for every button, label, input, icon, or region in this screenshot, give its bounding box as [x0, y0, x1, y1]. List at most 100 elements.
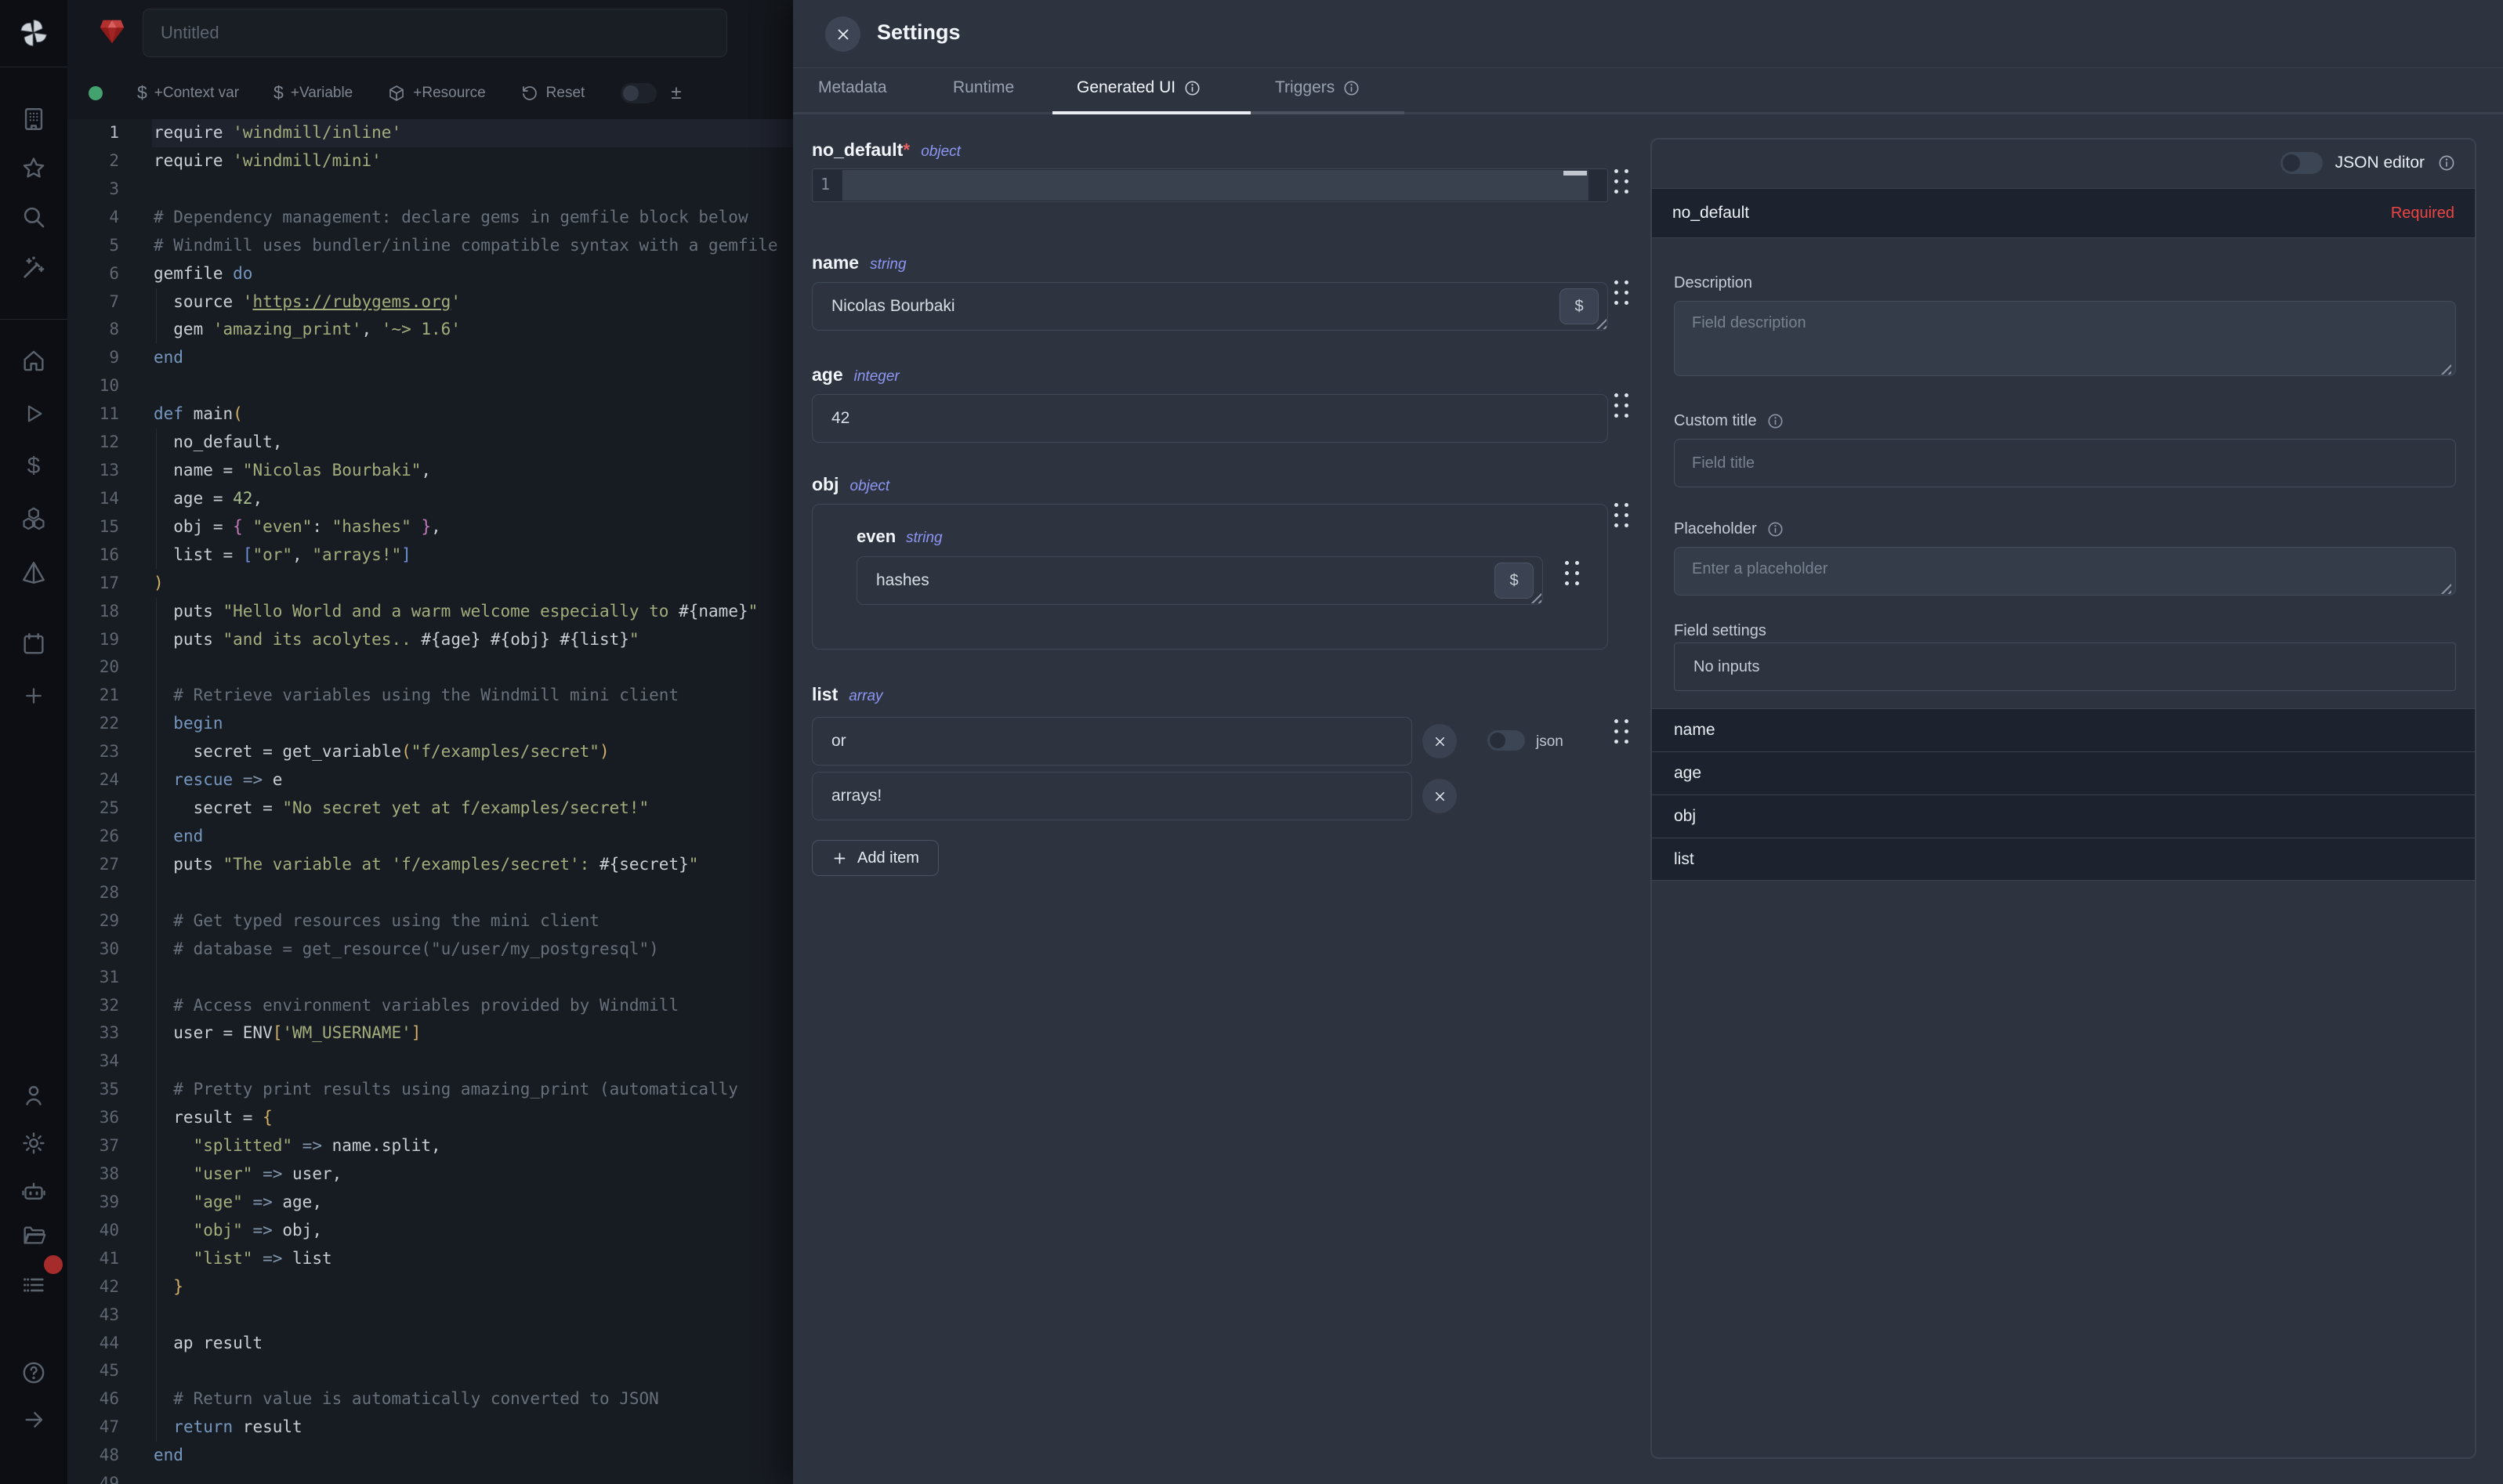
- code-line: 13 name = "Nicolas Bourbaki",: [67, 457, 793, 485]
- field-name: name: [812, 252, 859, 273]
- placeholder-label: Placeholder: [1674, 520, 1784, 538]
- field-type: array: [849, 688, 882, 705]
- field-name: even: [857, 527, 896, 547]
- json-editor-toggle[interactable]: [2280, 152, 2323, 174]
- json-mode-toggle[interactable]: [1487, 730, 1525, 751]
- insert-variable-button[interactable]: $: [1559, 288, 1599, 324]
- drag-handle[interactable]: [1614, 281, 1632, 313]
- drag-handle[interactable]: [1614, 393, 1632, 426]
- ruby-language-icon: [97, 16, 127, 46]
- code-line: 43: [67, 1301, 793, 1330]
- script-title-input[interactable]: [143, 9, 727, 57]
- diff-mode-button[interactable]: ±: [671, 82, 681, 104]
- code-line: 20: [67, 653, 793, 682]
- code-line: 4# Dependency management: declare gems i…: [67, 204, 793, 232]
- field-inspector-panel: JSON editor no_default Required Descript…: [1650, 138, 2476, 1459]
- reset-button[interactable]: Reset: [520, 84, 585, 103]
- drag-handle[interactable]: [1614, 719, 1632, 752]
- object-json-input[interactable]: 1: [812, 168, 1608, 202]
- code-line: 6gemfile do: [67, 260, 793, 288]
- code-editor[interactable]: 1require 'windmill/inline'2require 'wind…: [67, 119, 793, 1484]
- star-icon[interactable]: [0, 151, 67, 186]
- help-icon[interactable]: [0, 1356, 67, 1390]
- close-icon[interactable]: [825, 16, 860, 52]
- tab-triggers[interactable]: Triggers: [1275, 78, 1360, 97]
- placeholder-input[interactable]: [1674, 547, 2456, 595]
- reset-icon: [520, 84, 539, 103]
- even-value-input[interactable]: [857, 556, 1543, 605]
- code-line: 14 age = 42,: [67, 485, 793, 513]
- user-icon[interactable]: [0, 1078, 67, 1113]
- name-value-input[interactable]: [812, 282, 1608, 331]
- sidebar-divider: [0, 319, 67, 320]
- code-line: 33 user = ENV['WM_USERNAME']: [67, 1019, 793, 1048]
- dollar-icon[interactable]: $: [0, 449, 67, 483]
- pyramid-icon[interactable]: [0, 556, 67, 590]
- building-icon[interactable]: [0, 102, 67, 136]
- code-line: 23 secret = get_variable("f/examples/sec…: [67, 738, 793, 766]
- tab-metadata[interactable]: Metadata: [818, 78, 887, 97]
- windmill-logo-icon[interactable]: [0, 16, 67, 50]
- custom-title-input[interactable]: [1674, 439, 2456, 487]
- code-line: 3: [67, 176, 793, 204]
- robot-icon[interactable]: [0, 1174, 67, 1208]
- play-icon[interactable]: [0, 396, 67, 431]
- home-icon[interactable]: [0, 343, 67, 378]
- field-row-obj[interactable]: obj: [1652, 794, 2475, 838]
- gear-icon[interactable]: [0, 1126, 67, 1160]
- code-line: 5# Windmill uses bundler/inline compatib…: [67, 232, 793, 260]
- magic-wand-icon[interactable]: [0, 251, 67, 285]
- field-row-list[interactable]: list: [1652, 838, 2475, 881]
- code-line: 36 result = {: [67, 1104, 793, 1132]
- add-item-button[interactable]: Add item: [812, 840, 939, 876]
- description-label: Description: [1674, 274, 1752, 292]
- drag-handle[interactable]: [1614, 503, 1632, 536]
- plus-icon[interactable]: [0, 679, 67, 713]
- add-item-label: Add item: [857, 849, 919, 867]
- settings-modal: Settings Metadata Runtime Generated UI T…: [793, 0, 2503, 1484]
- cubes-icon[interactable]: [0, 502, 67, 537]
- field-type: integer: [854, 368, 900, 385]
- reset-label: Reset: [546, 85, 585, 102]
- active-tab-indicator: [1052, 111, 1251, 114]
- add-resource-button[interactable]: +Resource: [387, 84, 485, 103]
- add-variable-button[interactable]: $ +Variable: [273, 82, 353, 103]
- search-icon[interactable]: [0, 200, 67, 234]
- drag-handle[interactable]: [1614, 169, 1632, 202]
- plus-icon: [831, 850, 848, 867]
- line-number: 1: [820, 175, 830, 194]
- field-name: no_default*: [812, 139, 910, 161]
- description-input[interactable]: [1674, 301, 2456, 376]
- code-line: 27 puts "The variable at 'f/examples/sec…: [67, 851, 793, 879]
- field-row-name[interactable]: name: [1652, 708, 2475, 751]
- editor-column: $ +Context var $ +Variable +Resource Res…: [67, 0, 793, 1484]
- field-type: string: [870, 256, 906, 273]
- code-line: 2require 'windmill/mini': [67, 147, 793, 176]
- insert-variable-button[interactable]: $: [1494, 563, 1534, 599]
- custom-title-label: Custom title: [1674, 412, 1784, 430]
- selected-field-row[interactable]: no_default Required: [1652, 188, 2475, 238]
- windmill-app: $: [0, 0, 2503, 1484]
- diff-toggle[interactable]: [621, 83, 657, 103]
- mini-scrollbar[interactable]: [1563, 171, 1587, 176]
- remove-item-icon[interactable]: [1422, 724, 1457, 758]
- json-editor-label: JSON editor: [2335, 154, 2425, 172]
- remove-item-icon[interactable]: [1422, 779, 1457, 813]
- modal-header: Settings: [793, 0, 2503, 68]
- add-context-var-button[interactable]: $ +Context var: [137, 82, 239, 103]
- code-line: 15 obj = { "even": "hashes" },: [67, 513, 793, 541]
- folder-icon[interactable]: [0, 1219, 67, 1254]
- drag-handle[interactable]: [1565, 561, 1582, 594]
- age-value-input[interactable]: [812, 394, 1608, 443]
- dollar-icon: $: [273, 82, 284, 103]
- list-item-input[interactable]: [812, 772, 1412, 820]
- info-icon: [1766, 412, 1784, 430]
- list-item-input[interactable]: [812, 717, 1412, 766]
- tab-generated-ui[interactable]: Generated UI: [1077, 78, 1201, 97]
- field-name: age: [812, 364, 843, 385]
- field-row-age[interactable]: age: [1652, 751, 2475, 794]
- arrow-right-icon[interactable]: [0, 1403, 67, 1437]
- tab-runtime[interactable]: Runtime: [953, 78, 1014, 97]
- sidebar: $: [0, 0, 67, 1484]
- calendar-icon[interactable]: [0, 627, 67, 661]
